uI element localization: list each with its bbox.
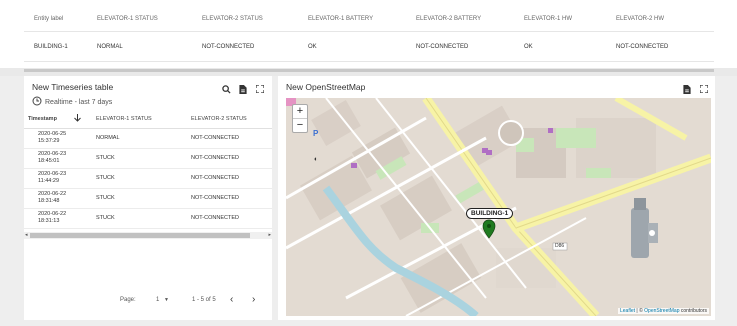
- column-header[interactable]: Entity label: [34, 16, 63, 22]
- table-cell: OK: [524, 43, 533, 50]
- scrollbar-thumb[interactable]: [30, 233, 250, 238]
- column-header[interactable]: ELEVATOR-2 HW: [616, 16, 664, 22]
- timestamp-date: 2020-06-25: [38, 131, 67, 137]
- attribution-separator: | ©: [635, 308, 645, 314]
- table-cell: NORMAL: [97, 43, 123, 50]
- road-label: D86: [555, 243, 565, 249]
- export-icon[interactable]: [682, 84, 692, 94]
- elevator-2-status: NOT-CONNECTED: [191, 215, 239, 221]
- elevator-1-status: STUCK: [96, 155, 115, 161]
- fullscreen-icon[interactable]: [255, 84, 265, 94]
- horizontal-scrollbar[interactable]: ◂ ▸: [24, 232, 272, 239]
- elevator-1-status: STUCK: [96, 195, 115, 201]
- column-header[interactable]: ELEVATOR-2 BATTERY: [416, 16, 481, 22]
- table-cell: NOT-CONNECTED: [616, 43, 669, 50]
- table-cell: BUILDING-1: [34, 43, 68, 50]
- table-row[interactable]: BUILDING-1 NORMAL NOT-CONNECTED OK NOT-C…: [24, 31, 714, 62]
- map-tiles: [286, 98, 711, 316]
- export-icon[interactable]: [238, 84, 248, 94]
- timestamp-date: 2020-06-23: [38, 151, 67, 157]
- elevator-2-status: NOT-CONNECTED: [191, 195, 239, 201]
- entities-table-widget: Entity label ELEVATOR-1 STATUS ELEVATOR-…: [0, 0, 737, 68]
- timeseries-table-header: Timestamp ELEVATOR-1 STATUS ELEVATOR-2 S…: [24, 110, 272, 129]
- timestamp-date: 2020-06-23: [38, 171, 67, 177]
- zoom-control: + −: [292, 104, 308, 133]
- page-select[interactable]: 1 ▼: [156, 297, 169, 303]
- column-header[interactable]: ELEVATOR-2 STATUS: [202, 16, 263, 22]
- realtime-label: Realtime - last 7 days: [45, 98, 113, 106]
- column-header[interactable]: ELEVATOR-2 STATUS: [191, 116, 247, 122]
- leaflet-link[interactable]: Leaflet: [620, 308, 635, 314]
- openstreetmap-link[interactable]: OpenStreetMap: [644, 308, 679, 314]
- attribution-tail: contributors: [679, 308, 707, 314]
- elevator-1-status: STUCK: [96, 175, 115, 181]
- timestamp-time: 18:45:01: [38, 158, 60, 164]
- column-header[interactable]: Timestamp: [28, 116, 57, 122]
- elevator-2-status: NOT-CONNECTED: [191, 135, 239, 141]
- timestamp-time: 18:31:13: [38, 218, 60, 224]
- elevator-2-status: NOT-CONNECTED: [191, 175, 239, 181]
- page-label: Page:: [120, 297, 136, 303]
- entities-table-header: Entity label ELEVATOR-1 STATUS ELEVATOR-…: [24, 4, 714, 33]
- horizontal-scrollbar[interactable]: [24, 69, 714, 72]
- sort-arrow-icon[interactable]: [74, 114, 81, 124]
- parking-icon: P: [313, 129, 319, 138]
- table-cell: NOT-CONNECTED: [202, 43, 255, 50]
- column-header[interactable]: ELEVATOR-1 STATUS: [97, 16, 158, 22]
- scroll-left-icon[interactable]: ◂: [25, 232, 28, 238]
- table-cell: NOT-CONNECTED: [416, 43, 469, 50]
- column-header[interactable]: ELEVATOR-1 STATUS: [96, 116, 152, 122]
- table-row[interactable]: 2020-06-22 18:31:48 STUCK NOT-CONNECTED: [24, 189, 272, 209]
- table-row[interactable]: 2020-06-23 18:45:01 STUCK NOT-CONNECTED: [24, 149, 272, 169]
- search-icon[interactable]: [221, 84, 231, 94]
- table-row[interactable]: 2020-06-25 15:37:29 NORMAL NOT-CONNECTED: [24, 129, 272, 149]
- zoom-out-button[interactable]: −: [293, 119, 307, 132]
- timestamp-time: 15:37:29: [38, 138, 60, 144]
- zoom-in-button[interactable]: +: [293, 105, 307, 119]
- elevator-2-status: NOT-CONNECTED: [191, 155, 239, 161]
- elevator-1-status: NORMAL: [96, 135, 120, 141]
- elevator-1-status: STUCK: [96, 215, 115, 221]
- map-attribution: Leaflet | © OpenStreetMap contributors: [618, 308, 709, 314]
- previous-page-button[interactable]: ‹: [230, 294, 233, 305]
- timestamp-date: 2020-06-22: [38, 191, 67, 197]
- fullscreen-icon[interactable]: [699, 84, 709, 94]
- clock-icon: [32, 96, 42, 108]
- scroll-right-icon[interactable]: ▸: [268, 232, 271, 238]
- table-row[interactable]: 2020-06-22 18:31:13 STUCK NOT-CONNECTED: [24, 209, 272, 229]
- timeseries-table-widget: New Timeseries table Realtime - last 7 d…: [24, 76, 272, 320]
- timestamp-time: 11:44:29: [38, 178, 60, 184]
- timestamp-time: 18:31:48: [38, 198, 60, 204]
- widget-title: New Timeseries table: [32, 82, 114, 92]
- next-page-button[interactable]: ›: [252, 294, 255, 305]
- chevron-down-icon: ▼: [164, 297, 169, 303]
- page-range: 1 - 5 of 5: [192, 297, 216, 303]
- widget-title: New OpenStreetMap: [286, 82, 366, 92]
- openstreetmap-widget: New OpenStreetMap + − P ◐ BUILDING-1 D86…: [278, 76, 715, 320]
- timestamp-date: 2020-06-22: [38, 211, 67, 217]
- marker-label[interactable]: BUILDING-1: [466, 208, 514, 219]
- column-header[interactable]: ELEVATOR-1 BATTERY: [308, 16, 373, 22]
- table-cell: OK: [308, 43, 317, 50]
- realtime-indicator[interactable]: Realtime - last 7 days: [32, 96, 112, 108]
- map-canvas[interactable]: + − P ◐ BUILDING-1 D86 Leaflet | © OpenS…: [286, 98, 711, 316]
- table-row[interactable]: 2020-06-23 11:44:29 STUCK NOT-CONNECTED: [24, 169, 272, 189]
- poi-icon: ◐: [314, 156, 319, 163]
- page-value: 1: [156, 297, 160, 303]
- column-header[interactable]: ELEVATOR-1 HW: [524, 16, 572, 22]
